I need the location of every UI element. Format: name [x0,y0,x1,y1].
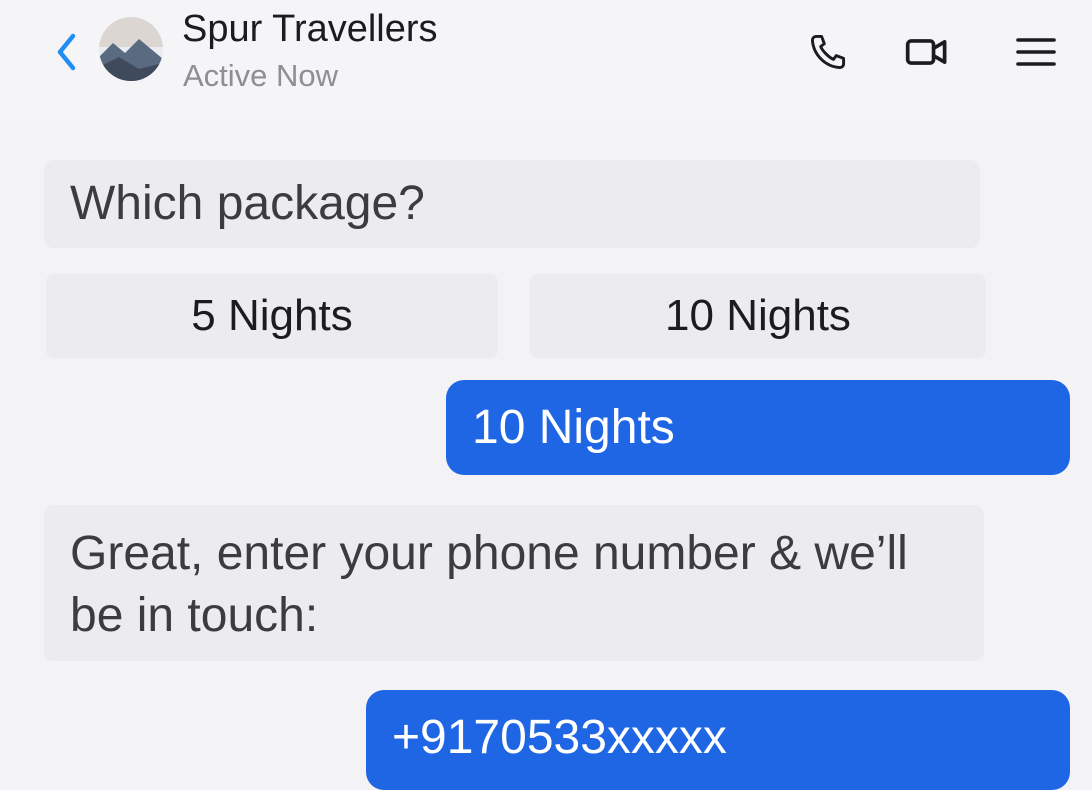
presence-status: Active Now [183,58,339,93]
incoming-message-package-question: Which package? [44,160,980,248]
chevron-left-icon [57,33,76,71]
avatar[interactable] [99,17,163,81]
quick-reply-10-nights[interactable]: 10 Nights [530,274,986,358]
incoming-message-phone-request: Great, enter your phone number & we’ll b… [44,505,984,661]
menu-icon [1016,38,1056,66]
contact-name: Spur Travellers [182,8,438,50]
video-call-button[interactable] [904,28,952,76]
phone-icon [810,34,846,70]
outgoing-message-package-choice: 10 Nights [446,380,1070,475]
quick-reply-5-nights[interactable]: 5 Nights [46,274,498,358]
menu-button[interactable] [1012,28,1060,76]
chat-header: Spur Travellers Active Now [0,0,1092,120]
call-button[interactable] [804,28,852,76]
back-button[interactable] [48,30,84,74]
video-icon [905,39,947,65]
outgoing-message-phone-number: +9170533xxxxx [366,690,1070,790]
